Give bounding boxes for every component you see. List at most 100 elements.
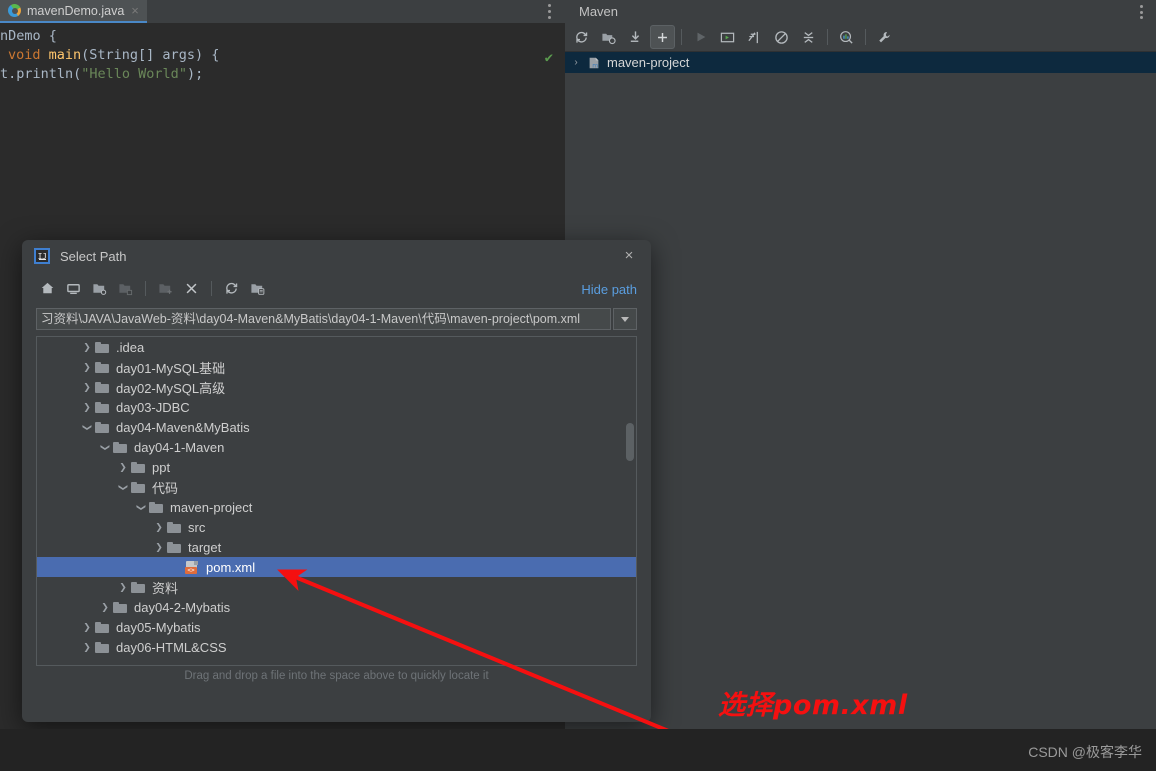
file-tree-label: day04-1-Maven xyxy=(134,439,225,455)
more-vertical-icon[interactable] xyxy=(1134,5,1148,19)
toolbar-separator xyxy=(865,29,866,45)
folder-icon xyxy=(95,421,109,433)
more-vertical-icon[interactable] xyxy=(542,4,556,19)
file-tree[interactable]: ❯ .idea ❯ day01-MySQL基础 ❯ day02-MySQL高级 ❯ day03… xyxy=(36,336,637,666)
close-icon[interactable]: × xyxy=(621,248,637,264)
inspection-status-icon[interactable]: ✔ xyxy=(545,50,553,66)
annotation-note: 选择pom.xml xyxy=(718,690,908,721)
chevron-right-icon[interactable]: ❯ xyxy=(79,642,95,653)
path-history-dropdown[interactable] xyxy=(613,308,637,330)
chevron-right-icon[interactable]: ❯ xyxy=(79,342,95,353)
maven-module-icon: m xyxy=(587,56,601,70)
show-dependencies-icon[interactable] xyxy=(834,25,859,49)
chevron-right-icon[interactable]: ❯ xyxy=(115,582,131,593)
execute-goal-icon[interactable] xyxy=(715,25,740,49)
file-tree-label: maven-project xyxy=(170,499,253,515)
folder-icon xyxy=(149,501,163,513)
project-folder-icon[interactable] xyxy=(88,277,111,299)
maven-settings-icon[interactable] xyxy=(872,25,897,49)
add-maven-project-icon[interactable] xyxy=(650,25,675,49)
maven-project-label: maven-project xyxy=(607,55,690,70)
folder-icon xyxy=(95,641,109,653)
path-input[interactable]: 习资料\JAVA\JavaWeb-资料\day04-Maven&MyBatis\… xyxy=(36,308,611,330)
folder-icon xyxy=(113,441,127,453)
file-tree-label: pom.xml xyxy=(206,559,256,575)
file-tree-row[interactable]: ❯ day06-HTML&CSS xyxy=(37,637,636,657)
chevron-down-icon[interactable]: ❯ xyxy=(136,499,147,515)
file-tree-row[interactable]: ❯ day02-MySQL高级 xyxy=(37,377,636,397)
code-method: main xyxy=(40,47,82,63)
toolbar-separator xyxy=(827,29,828,45)
code-brace: { xyxy=(48,28,57,44)
folder-icon xyxy=(131,581,145,593)
chevron-right-icon[interactable]: ❯ xyxy=(115,462,131,473)
code-string: "Hello World" xyxy=(81,66,187,82)
download-sources-icon[interactable] xyxy=(623,25,648,49)
dialog-toolbar xyxy=(22,274,651,302)
file-tree-row[interactable]: ❯ day04-1-Maven xyxy=(37,437,636,457)
file-tree-row[interactable]: ❯ maven-project xyxy=(37,497,636,517)
chevron-right-icon[interactable]: ❯ xyxy=(79,622,95,633)
file-tree-row[interactable]: ❯ day05-Mybatis xyxy=(37,617,636,637)
file-tree-row[interactable]: ❯ day01-MySQL基础 xyxy=(37,357,636,377)
file-tree-row[interactable]: ❯ ppt xyxy=(37,457,636,477)
code-editor-area[interactable]: nDemo { void main(String[] args) { t.pri… xyxy=(0,23,565,155)
refresh-icon[interactable] xyxy=(220,277,243,299)
delete-icon[interactable] xyxy=(180,277,203,299)
chevron-right-icon[interactable]: ❯ xyxy=(79,382,95,393)
folder-icon xyxy=(95,401,109,413)
editor-tab-bar: mavenDemo.java × xyxy=(0,0,565,24)
file-tree-row[interactable]: ❯ target xyxy=(37,537,636,557)
code-text: nDemo xyxy=(0,28,49,44)
chevron-down-icon[interactable]: ❯ xyxy=(82,419,93,435)
file-tree-row[interactable]: ❯ .idea xyxy=(37,337,636,357)
hide-path-link[interactable]: Hide path xyxy=(581,282,637,297)
maven-tool-window: Maven › m maven-project xyxy=(565,0,1156,771)
editor-tab-label: mavenDemo.java xyxy=(27,3,125,18)
file-tree-label: day06-HTML&CSS xyxy=(116,639,227,655)
generate-sources-icon[interactable] xyxy=(596,25,621,49)
chevron-right-icon[interactable]: ❯ xyxy=(97,602,113,613)
chevron-right-icon[interactable]: ❯ xyxy=(79,402,95,413)
file-tree-row[interactable]: ❯ day04-Maven&MyBatis xyxy=(37,417,636,437)
folder-icon xyxy=(167,521,181,533)
folder-icon xyxy=(131,461,145,473)
file-tree-label: day03-JDBC xyxy=(116,399,190,415)
code-line-2: void main(String[] args) { xyxy=(0,46,219,65)
editor-tab-mavendemo[interactable]: mavenDemo.java × xyxy=(0,0,147,23)
toggle-skip-tests-icon[interactable] xyxy=(742,25,767,49)
maven-project-tree: › m maven-project xyxy=(565,52,1156,771)
module-folder-icon xyxy=(114,277,137,299)
file-tree-row[interactable]: ❯ day03-JDBC xyxy=(37,397,636,417)
chevron-down-icon[interactable]: ❯ xyxy=(118,479,129,495)
collapse-all-icon[interactable] xyxy=(796,25,821,49)
file-tree-scrollbar[interactable] xyxy=(626,423,634,461)
code-call: t.println( xyxy=(0,66,82,82)
show-hidden-files-icon[interactable] xyxy=(246,277,269,299)
toggle-offline-icon[interactable] xyxy=(769,25,794,49)
close-icon[interactable]: × xyxy=(130,4,139,17)
code-line-3: t.println("Hello World"); xyxy=(0,65,203,84)
chevron-right-icon[interactable]: › xyxy=(565,57,587,68)
select-path-dialog: IJ Select Path × Hide path 习资料\JAVA\Java… xyxy=(22,240,651,722)
file-tree-label: src xyxy=(188,519,206,535)
chevron-right-icon[interactable]: ❯ xyxy=(151,542,167,553)
file-tree-row[interactable]: ❯ day04-2-Mybatis xyxy=(37,597,636,617)
desktop-icon[interactable] xyxy=(62,277,85,299)
chevron-right-icon[interactable]: ❯ xyxy=(79,362,95,373)
reload-all-projects-icon[interactable] xyxy=(569,25,594,49)
csdn-watermark: CSDN @极客李华 xyxy=(1028,744,1142,760)
file-tree-row[interactable]: ❯ src xyxy=(37,517,636,537)
file-tree-label: day05-Mybatis xyxy=(116,619,201,635)
folder-icon xyxy=(167,541,181,553)
home-icon[interactable] xyxy=(36,277,59,299)
dialog-title-bar: IJ Select Path xyxy=(22,240,651,272)
chevron-down-icon[interactable]: ❯ xyxy=(100,439,111,455)
chevron-right-icon[interactable]: ❯ xyxy=(151,522,167,533)
file-tree-label: day04-2-Mybatis xyxy=(134,599,231,615)
file-tree-row[interactable]: ❯ 资料 xyxy=(37,577,636,597)
status-bar xyxy=(0,729,1156,771)
maven-project-row[interactable]: › m maven-project xyxy=(565,52,1156,73)
file-tree-row[interactable]: ❯ 代码 xyxy=(37,477,636,497)
file-tree-row-selected[interactable]: <> pom.xml xyxy=(37,557,636,577)
